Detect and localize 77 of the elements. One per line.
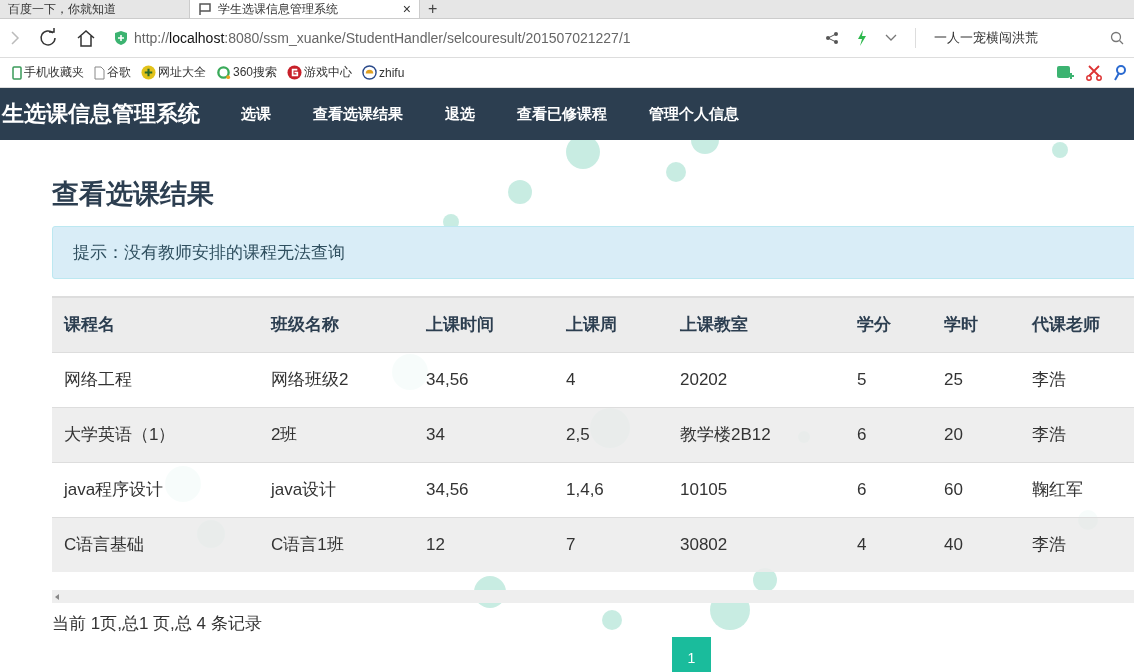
table-cell: 30802 <box>668 517 845 572</box>
home-icon[interactable] <box>76 28 96 48</box>
table-cell: 4 <box>845 517 932 572</box>
table-cell: 6 <box>845 462 932 517</box>
plus-circle-icon <box>141 65 156 80</box>
table-cell: 20 <box>932 407 1020 462</box>
coin-icon <box>362 65 378 80</box>
close-icon[interactable]: × <box>402 1 411 17</box>
table-cell: 2班 <box>259 407 414 462</box>
bookmark-link[interactable]: 谷歌 <box>94 64 131 81</box>
pagination-summary: 当前 1页,总1 页,总 4 条记录 <box>52 613 263 635</box>
table-cell: 网络班级2 <box>259 352 414 407</box>
column-header: 课程名 <box>52 297 259 352</box>
chevron-down-icon[interactable] <box>885 34 897 42</box>
table-cell: 鞠红军 <box>1020 462 1134 517</box>
table-cell: java设计 <box>259 462 414 517</box>
ring-icon <box>216 65 231 80</box>
game-icon <box>287 65 303 80</box>
table-cell: 34 <box>414 407 554 462</box>
table-cell: 12 <box>414 517 554 572</box>
table-cell: 网络工程 <box>52 352 259 407</box>
table-cell: 李浩 <box>1020 352 1134 407</box>
nav-link[interactable]: 查看选课结果 <box>292 104 424 124</box>
table-cell: 李浩 <box>1020 517 1134 572</box>
search-field[interactable]: 一人一宠横闯洪荒 <box>934 29 1122 47</box>
app-title: 生选课信息管理系统 <box>2 100 200 128</box>
table-cell: 4 <box>554 352 668 407</box>
table-cell: 20202 <box>668 352 845 407</box>
reload-icon[interactable] <box>38 28 58 48</box>
key-icon[interactable] <box>1114 64 1126 81</box>
info-alert: 提示：没有教师安排的课程无法查询 <box>52 226 1134 279</box>
table-cell: 1,4,6 <box>554 462 668 517</box>
table-cell: java程序设计 <box>52 462 259 517</box>
nav-link[interactable]: 选课 <box>220 104 292 124</box>
bookmark-link[interactable]: zhifu <box>362 65 405 80</box>
table-cell: 李浩 <box>1020 407 1134 462</box>
table-cell: 大学英语（1） <box>52 407 259 462</box>
table-cell: 5 <box>845 352 932 407</box>
column-header: 上课周 <box>554 297 668 352</box>
lightning-icon[interactable] <box>857 30 867 46</box>
bookmark-link[interactable]: 网址大全 <box>141 64 206 81</box>
table-cell: 34,56 <box>414 352 554 407</box>
address-field[interactable]: http://localhost:8080/ssm_xuanke/StudentHandler/selcouresult/201507021227/1 <box>134 30 631 46</box>
new-tab-icon[interactable]: + <box>420 0 446 18</box>
table-cell: C语言基础 <box>52 517 259 572</box>
bookmark-link[interactable]: 360搜索 <box>216 64 278 81</box>
browser-tab[interactable]: 学生选课信息管理系统 × <box>190 0 420 18</box>
table-cell: 7 <box>554 517 668 572</box>
table-cell: 34,56 <box>414 462 554 517</box>
table-cell: 60 <box>932 462 1020 517</box>
page-heading: 查看选课结果 <box>52 178 215 211</box>
table-cell: 教学楼2B12 <box>668 407 845 462</box>
phone-icon <box>12 65 22 80</box>
table-cell: 2,5 <box>554 407 668 462</box>
column-header: 学分 <box>845 297 932 352</box>
horizontal-scrollbar[interactable] <box>52 590 1134 603</box>
column-header: 代课老师 <box>1020 297 1134 352</box>
shield-icon <box>114 30 128 46</box>
flag-icon <box>198 3 212 15</box>
scissors-icon[interactable] <box>1086 64 1102 81</box>
share-icon[interactable] <box>825 31 839 45</box>
table-cell: 10105 <box>668 462 845 517</box>
search-icon[interactable] <box>1110 31 1124 45</box>
table-cell: 25 <box>932 352 1020 407</box>
bookmark-link[interactable]: 游戏中心 <box>287 64 353 81</box>
column-header: 上课教室 <box>668 297 845 352</box>
column-header: 上课时间 <box>414 297 554 352</box>
nav-link[interactable]: 退选 <box>424 104 496 124</box>
table-cell: 40 <box>932 517 1020 572</box>
page-icon <box>94 65 105 80</box>
table-cell: 6 <box>845 407 932 462</box>
nav-link[interactable]: 管理个人信息 <box>628 104 760 124</box>
column-header: 学时 <box>932 297 1020 352</box>
table-cell: C语言1班 <box>259 517 414 572</box>
bookmark-link[interactable]: 手机收藏夹 <box>12 64 84 81</box>
column-header: 班级名称 <box>259 297 414 352</box>
nav-link[interactable]: 查看已修课程 <box>496 104 628 124</box>
